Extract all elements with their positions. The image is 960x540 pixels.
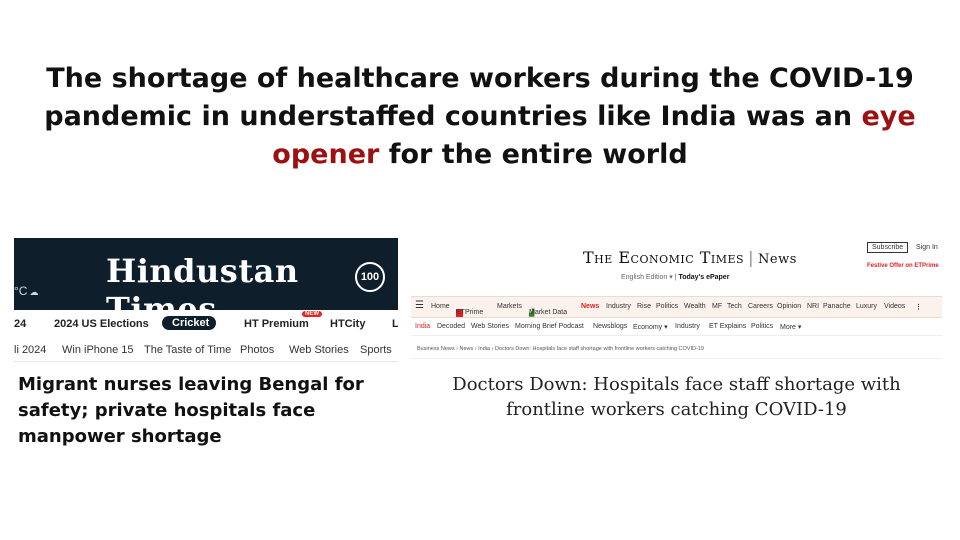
ht-nav-item-ht-premium[interactable]: HT Premium (244, 318, 309, 330)
more-vertical-icon[interactable]: ⋮ (915, 303, 922, 311)
ht-nav-item[interactable]: 24 (14, 318, 26, 330)
ht-subnav-item-win-iphone[interactable]: Win iPhone 15 (62, 344, 134, 356)
et-nav-markets[interactable]: Markets (497, 303, 522, 310)
et-nav-careers[interactable]: Careers (748, 303, 773, 310)
ht-article-headline[interactable]: Migrant nurses leaving Bengal for safety… (18, 372, 390, 450)
et-subnav-industry[interactable]: Industry (675, 323, 700, 330)
et-subnav-india[interactable]: India (415, 323, 430, 330)
ht-weather: °C ☁ (14, 284, 39, 298)
hamburger-menu-icon[interactable]: ☰ (415, 300, 424, 311)
et-nav-nri[interactable]: NRI (807, 303, 819, 310)
title-text-start: The shortage of healthcare workers durin… (44, 63, 914, 132)
ht-primary-nav: 24 2024 US Elections Cricket HT Premium … (14, 314, 398, 336)
ht-secondary-nav: li 2024 Win iPhone 15 The Taste of Time … (14, 340, 398, 362)
et-logo[interactable]: The Economic Times | News (583, 248, 797, 267)
hindustan-times-screenshot: °C ☁ Hindustan Times 100 24 2024 US Elect… (14, 238, 398, 458)
ht-subnav-item-web-stories[interactable]: Web Stories (289, 344, 349, 356)
et-subscribe-button[interactable]: Subscribe (867, 242, 909, 253)
slide-title: The shortage of healthcare workers durin… (40, 60, 920, 174)
cloud-icon: ☁ (29, 287, 39, 297)
et-nav-politics[interactable]: Politics (656, 303, 678, 310)
economic-times-screenshot: The Economic Times | News English Edition … (411, 238, 942, 428)
ht-subnav-item-taste-of-time[interactable]: The Taste of Time (144, 344, 231, 356)
et-edition-bar: English Edition ▾ | Today's ePaper (621, 274, 730, 281)
et-nav-opinion[interactable]: Opinion (777, 303, 801, 310)
et-nav-rise[interactable]: Rise (637, 303, 651, 310)
et-edition-select[interactable]: English Edition ▾ (621, 274, 673, 281)
et-nav-videos[interactable]: Videos (884, 303, 905, 310)
ht-nav-item-cricket[interactable]: Cricket (162, 316, 216, 330)
ht-100-badge: 100 (355, 262, 385, 292)
ht-subnav-item[interactable]: li 2024 (14, 344, 46, 356)
et-nav-mf[interactable]: MF (712, 303, 722, 310)
et-subnav-morning-brief[interactable]: Morning Brief Podcast (515, 323, 584, 330)
et-epaper-link[interactable]: Today's ePaper (678, 274, 729, 281)
et-main-nav: ☰ Home ETPrime Markets ▟ Market Data News… (411, 296, 942, 318)
et-festive-offer-link[interactable]: Festive Offer on ETPrime (867, 263, 939, 269)
et-subnav-economy[interactable]: Economy ▾ (633, 323, 668, 331)
ht-nav-item-htcity[interactable]: HTCity (330, 318, 365, 330)
ht-new-badge: NEW (302, 311, 322, 317)
et-subnav-more[interactable]: More ▾ (780, 323, 801, 331)
et-subnav-politics[interactable]: Politics (751, 323, 773, 330)
ht-nav-item[interactable]: L (392, 318, 398, 330)
et-nav-panache[interactable]: Panache (823, 303, 851, 310)
et-sub-nav: India Decoded Web Stories Morning Brief … (411, 322, 942, 336)
et-logo-section: News (758, 252, 797, 267)
et-nav-industry[interactable]: Industry (606, 303, 631, 310)
ht-subnav-item-photos[interactable]: Photos (240, 344, 274, 356)
et-subnav-web-stories[interactable]: Web Stories (471, 323, 509, 330)
et-nav-wealth[interactable]: Wealth (684, 303, 706, 310)
et-nav-tech[interactable]: Tech (727, 303, 742, 310)
et-nav-home[interactable]: Home (431, 303, 450, 310)
ht-nav-item-us-elections[interactable]: 2024 US Elections (54, 318, 149, 330)
et-subnav-newsblogs[interactable]: Newsblogs (593, 323, 627, 330)
et-signin-link[interactable]: Sign In (916, 244, 938, 251)
ht-subnav-item-sports[interactable]: Sports (360, 344, 392, 356)
et-breadcrumb[interactable]: Business News › News › India › Doctors D… (417, 346, 704, 352)
et-nav-luxury[interactable]: Luxury (856, 303, 877, 310)
et-logo-separator: | (748, 248, 754, 267)
et-subnav-et-explains[interactable]: ET Explains (709, 323, 746, 330)
et-nav-news[interactable]: News (581, 303, 599, 310)
et-subnav-decoded[interactable]: Decoded (437, 323, 465, 330)
et-divider (411, 358, 942, 359)
title-text-end: for the entire world (379, 139, 688, 170)
et-article-headline[interactable]: Doctors Down: Hospitals face staff short… (431, 372, 922, 422)
ht-header: °C ☁ Hindustan Times 100 (14, 238, 398, 328)
